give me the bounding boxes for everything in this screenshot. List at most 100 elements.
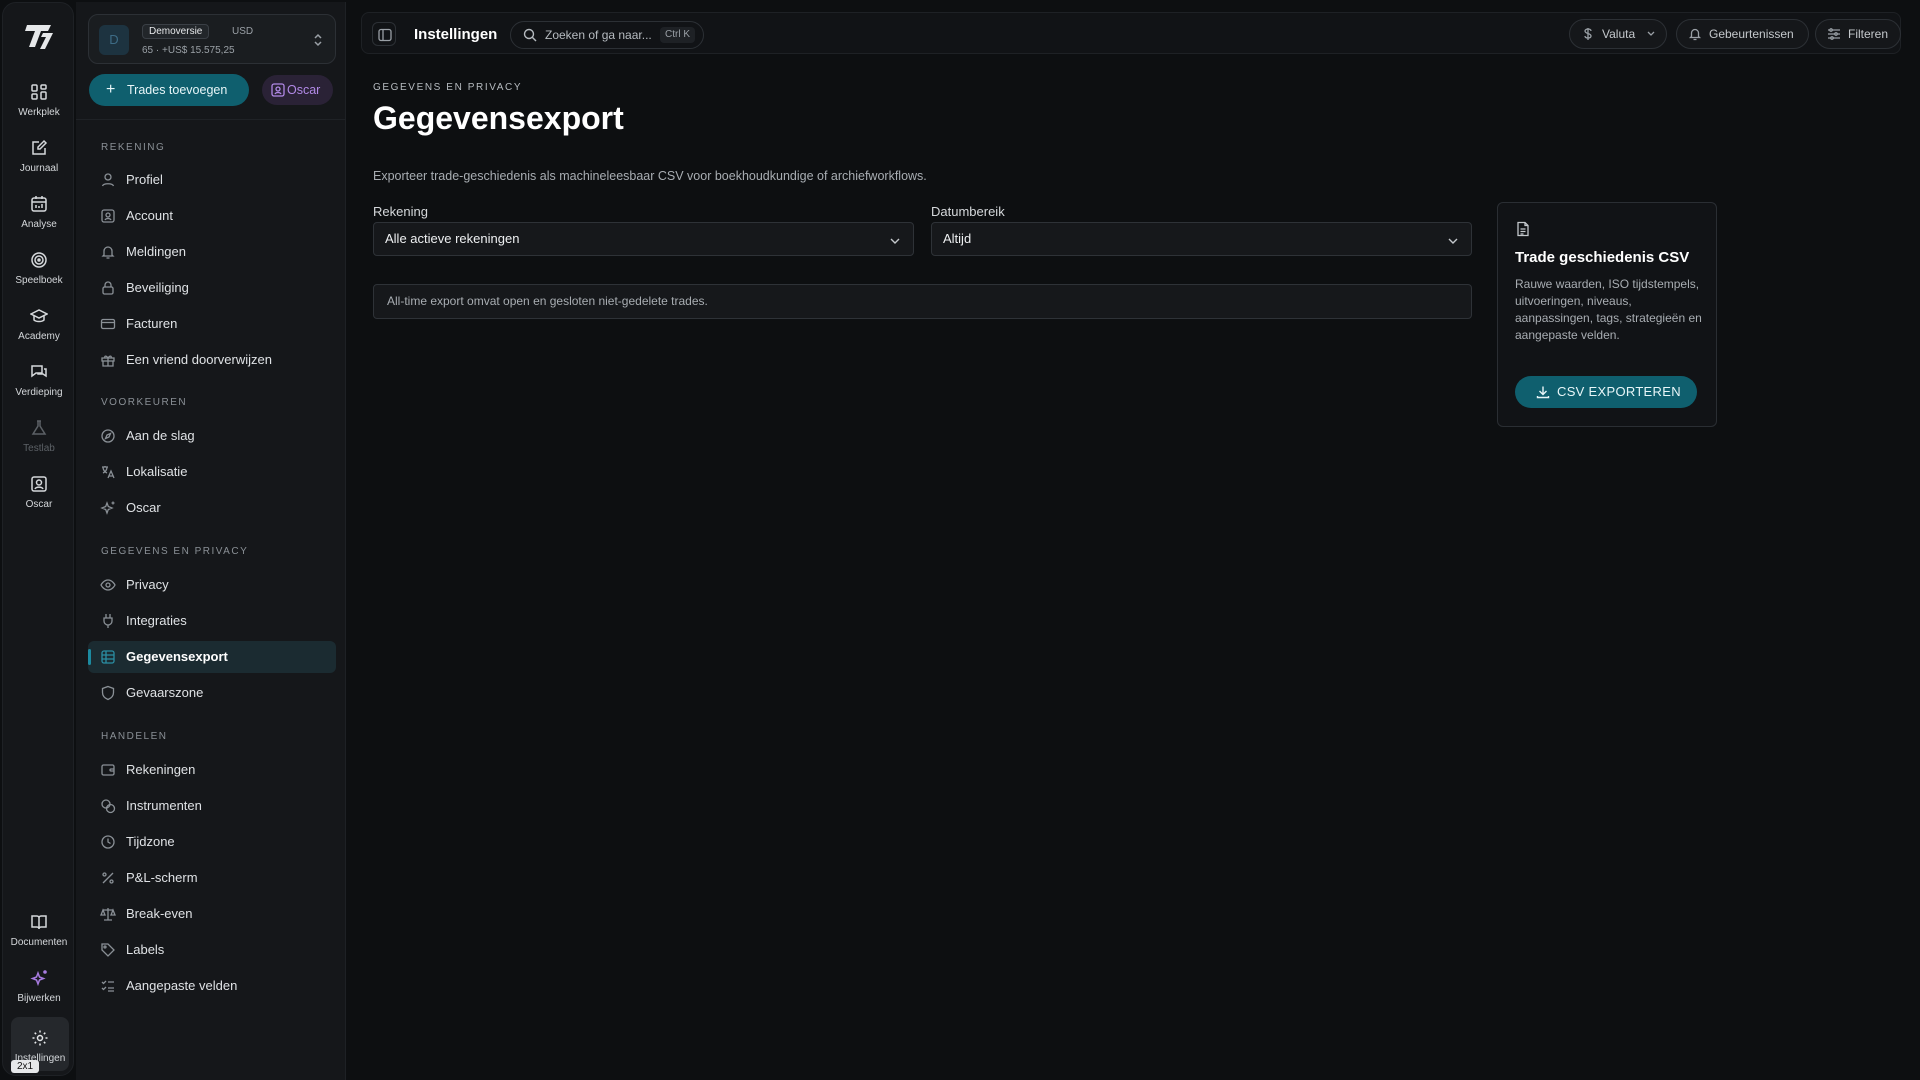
gear-icon — [32, 1030, 48, 1046]
nav-item-labels[interactable]: Labels — [88, 934, 336, 966]
nav-item-break-even[interactable]: Break-even — [88, 898, 336, 930]
rail-item-documenten[interactable]: Documenten — [3, 913, 75, 948]
app-logo[interactable] — [23, 19, 57, 53]
lock-icon — [102, 281, 114, 295]
rail-item-journaal[interactable]: Journaal — [3, 139, 75, 174]
nav-item-tijdzone[interactable]: Tijdzone — [88, 826, 336, 858]
nav-item-instrumenten[interactable]: Instrumenten — [88, 790, 336, 822]
nav-item-account[interactable]: Account — [88, 200, 336, 232]
nav-label: Labels — [126, 942, 165, 957]
account-switcher[interactable]: D Demoversie USD 65 · +US$ 15.575,25 — [88, 14, 336, 64]
nav-item-gegevensexport[interactable]: Gegevensexport — [88, 641, 336, 673]
list-checks-icon — [101, 980, 114, 992]
user-icon — [101, 173, 115, 187]
nav-label: P&L-scherm — [126, 870, 198, 885]
date-range-value: Altijd — [943, 231, 972, 246]
add-trades-label: Trades toevoegen — [127, 83, 228, 97]
nav-label: Gevaarszone — [126, 685, 204, 700]
rail-label: Bijwerken — [17, 993, 61, 1004]
nav-item-facturen[interactable]: Facturen — [88, 308, 336, 340]
flask-icon — [31, 420, 47, 435]
events-button[interactable]: Gebeurtenissen — [1676, 19, 1809, 49]
coins-icon — [101, 799, 116, 814]
rail-label: Oscar — [25, 499, 53, 510]
contact-icon — [31, 476, 47, 492]
breadcrumb: GEGEVENS EN PRIVACY — [373, 82, 523, 93]
id-card-icon — [101, 209, 115, 223]
nav-item-profiel[interactable]: Profiel — [88, 164, 336, 196]
scale-icon — [100, 908, 116, 921]
rail-label: Werkplek — [18, 107, 60, 118]
top-bar: Instellingen Zoeken of ga naar... Ctrl K… — [361, 12, 1901, 54]
card-description: Rauwe waarden, ISO tijdstempels, uitvoer… — [1515, 277, 1702, 342]
export-csv-button[interactable]: CSV EXPORTEREN — [1515, 376, 1697, 408]
sparkles-icon — [100, 501, 115, 515]
nav-label: Tijdzone — [126, 834, 175, 849]
chat-bubbles-icon — [31, 365, 47, 378]
nav-item-integraties[interactable]: Integraties — [88, 605, 336, 637]
page-section-title: Instellingen — [414, 26, 498, 43]
bell-icon — [1688, 28, 1702, 41]
sidebar-toggle-icon — [378, 28, 392, 42]
rail-item-academy[interactable]: Academy — [3, 307, 75, 342]
section-title: GEGEVENS EN PRIVACY — [101, 546, 249, 557]
nav-label: Meldingen — [126, 244, 186, 259]
nav-item-pl-scherm[interactable]: P&L-scherm — [88, 862, 336, 894]
nav-item-doorverwijzen[interactable]: Een vriend doorverwijzen — [88, 344, 336, 376]
nav-item-gevaarszone[interactable]: Gevaarszone — [88, 677, 336, 709]
plug-icon — [103, 614, 113, 628]
nav-label: Break-even — [126, 906, 193, 921]
filter-button[interactable]: Filteren — [1815, 19, 1901, 49]
events-label: Gebeurtenissen — [1709, 27, 1794, 41]
nav-item-aangepaste-velden[interactable]: Aangepaste velden — [88, 970, 336, 1002]
rail-label: Speelboek — [15, 275, 63, 286]
nav-item-meldingen[interactable]: Meldingen — [88, 236, 336, 268]
add-trades-button[interactable]: + Trades toevoegen — [89, 74, 249, 106]
nav-label: Integraties — [126, 613, 187, 628]
plus-icon: + — [106, 81, 116, 98]
rail-label: Analyse — [21, 219, 57, 230]
date-range-select[interactable]: Altijd — [931, 222, 1472, 256]
rail-item-testlab[interactable]: Testlab — [3, 419, 75, 454]
nav-label: Aangepaste velden — [126, 978, 238, 993]
search-placeholder: Zoeken of ga naar... — [545, 28, 652, 42]
page-description: Exporteer trade-geschiedenis als machine… — [373, 169, 927, 183]
rail-label: Academy — [18, 331, 60, 342]
graduation-cap-icon — [30, 309, 48, 323]
rail-item-bijwerken[interactable]: Bijwerken — [3, 969, 75, 1004]
target-icon — [31, 252, 47, 268]
mode-badge: Demoversie — [142, 24, 210, 39]
filter-label: Filteren — [1848, 27, 1889, 41]
nav-item-privacy[interactable]: Privacy — [88, 569, 336, 601]
shortcut-badge: 2x1 — [11, 1060, 40, 1073]
export-csv-label: CSV EXPORTEREN — [1557, 384, 1681, 399]
rail-item-speelboek[interactable]: Speelboek — [3, 251, 75, 286]
account-select[interactable]: Alle actieve rekeningen — [373, 222, 914, 256]
account-currency: USD — [232, 26, 254, 37]
currency-button[interactable]: Valuta — [1569, 19, 1667, 49]
compass-icon — [101, 429, 115, 443]
search-shortcut: Ctrl K — [660, 27, 695, 43]
search-input[interactable]: Zoeken of ga naar... Ctrl K — [510, 21, 704, 49]
app-rail: Werkplek Journaal Analyse Speelboek Acad… — [2, 2, 74, 1076]
sidebar-toggle-button[interactable] — [372, 22, 396, 46]
nav-label: Facturen — [126, 316, 178, 331]
nav-item-oscar[interactable]: Oscar — [88, 492, 336, 524]
sparkles-icon — [30, 970, 47, 987]
rail-item-oscar[interactable]: Oscar — [3, 475, 75, 510]
nav-item-aan-de-slag[interactable]: Aan de slag — [88, 420, 336, 452]
oscar-button[interactable]: Oscar — [262, 75, 333, 105]
rail-item-analyse[interactable]: Analyse — [3, 195, 75, 230]
nav-item-beveiliging[interactable]: Beveiliging — [88, 272, 336, 304]
nav-item-lokalisatie[interactable]: Lokalisatie — [88, 456, 336, 488]
section-title: REKENING — [101, 142, 166, 153]
nav-item-rekeningen[interactable]: Rekeningen — [88, 754, 336, 786]
account-select-value: Alle actieve rekeningen — [385, 231, 520, 246]
rail-item-verdieping[interactable]: Verdieping — [3, 363, 75, 398]
rail-item-werkplek[interactable]: Werkplek — [3, 83, 75, 118]
nav-label: Instrumenten — [126, 798, 202, 813]
rail-label: Testlab — [23, 443, 55, 454]
card-title: Trade geschiedenis CSV — [1515, 249, 1690, 266]
nav-label: Beveiliging — [126, 280, 189, 295]
database-export-icon — [101, 650, 115, 664]
